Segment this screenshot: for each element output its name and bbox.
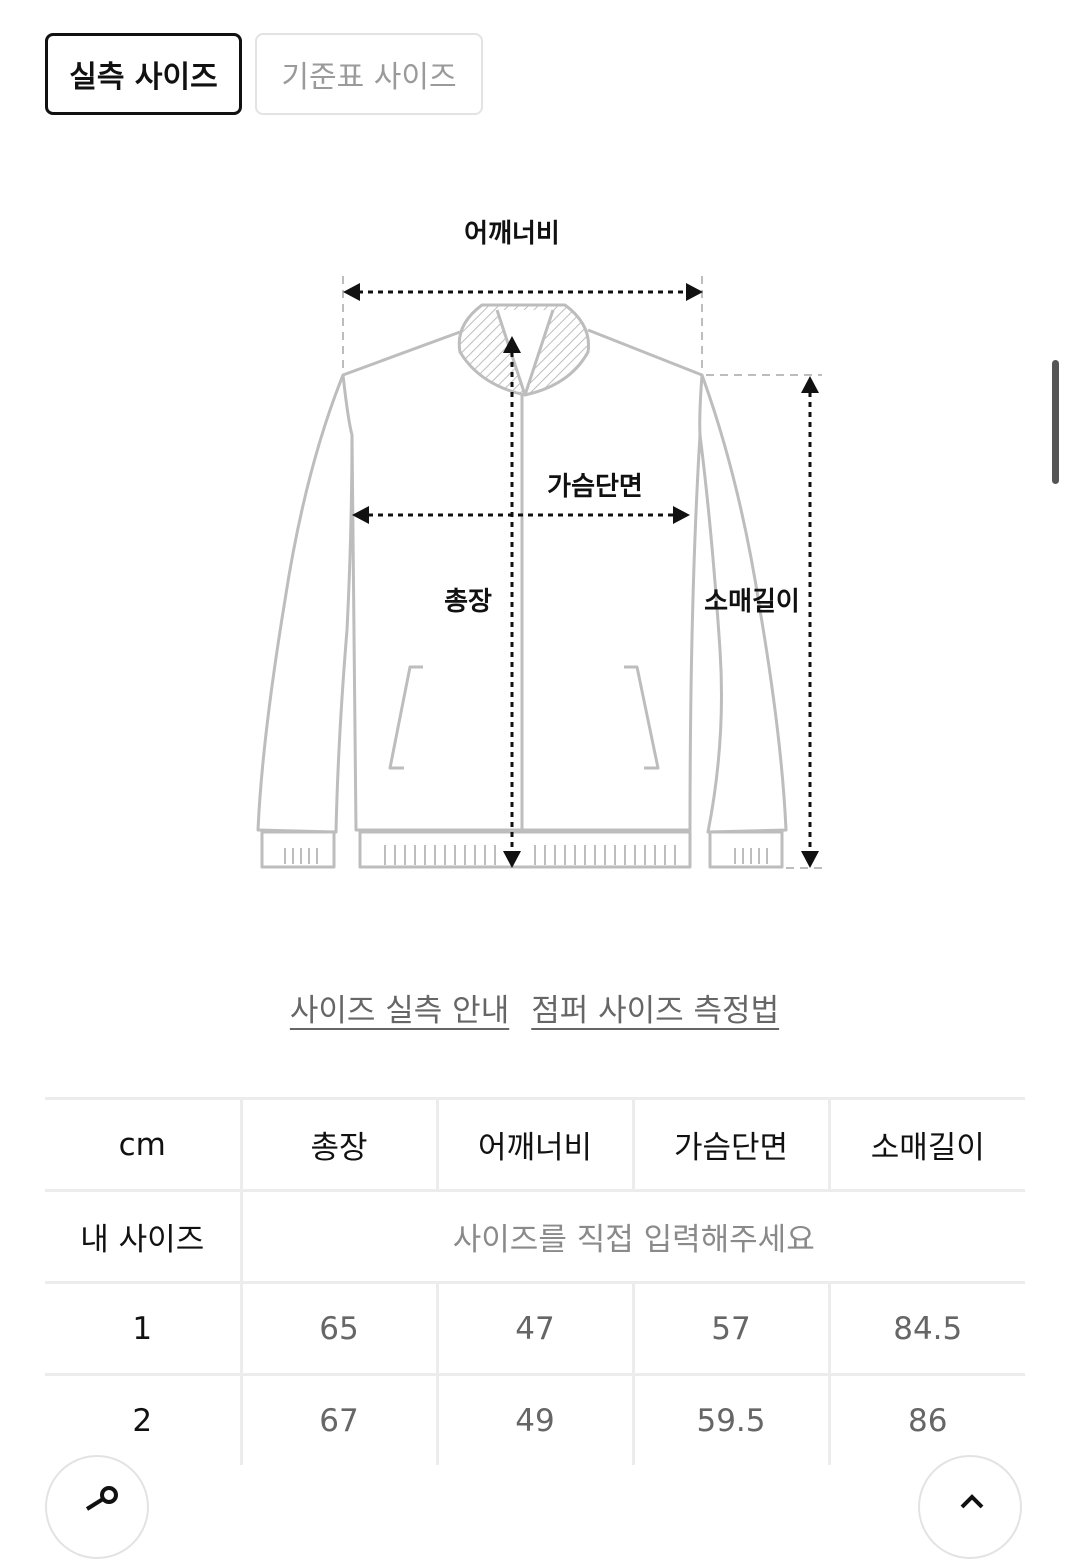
header-chest: 가슴단면 xyxy=(631,1097,829,1191)
table-row: 1 65 47 57 84.5 xyxy=(45,1281,1025,1375)
value-cell: 59.5 xyxy=(631,1373,829,1465)
label-sleeve: 소매길이 xyxy=(704,587,800,617)
value-cell: 86 xyxy=(827,1373,1025,1465)
arrow-heads xyxy=(343,283,819,868)
value-cell: 47 xyxy=(435,1281,633,1375)
unit-cell: cm xyxy=(45,1097,241,1191)
value-cell: 57 xyxy=(631,1281,829,1375)
header-shoulder: 어깨너비 xyxy=(435,1097,633,1191)
measure-arrows xyxy=(358,290,812,852)
value-cell: 84.5 xyxy=(827,1281,1025,1375)
tab-standard-size[interactable]: 기준표 사이즈 xyxy=(255,33,483,115)
size-cell: 1 xyxy=(45,1281,241,1375)
link-size-guide[interactable]: 사이즈 실측 안내 xyxy=(290,985,509,1030)
table-row: 2 67 49 59.5 86 xyxy=(45,1373,1025,1465)
my-size-row: 내 사이즈 사이즈를 직접 입력해주세요 xyxy=(45,1189,1025,1283)
scroll-top-button[interactable] xyxy=(918,1455,1022,1559)
label-shoulder: 어깨너비 xyxy=(464,219,560,249)
link-jumper-measure[interactable]: 점퍼 사이즈 측정법 xyxy=(531,985,779,1030)
value-cell: 67 xyxy=(239,1373,437,1465)
rib-lines xyxy=(284,845,768,865)
chevron-up-icon xyxy=(960,1494,984,1509)
label-chest: 가슴단면 xyxy=(547,472,643,502)
header-length: 총장 xyxy=(239,1097,437,1191)
value-cell: 49 xyxy=(435,1373,633,1465)
my-size-label: 내 사이즈 xyxy=(45,1189,241,1283)
value-cell: 65 xyxy=(239,1281,437,1375)
share-button[interactable] xyxy=(45,1455,149,1559)
guide-lines xyxy=(342,276,822,869)
my-size-input[interactable]: 사이즈를 직접 입력해주세요 xyxy=(239,1189,1025,1283)
size-cell: 2 xyxy=(45,1373,241,1465)
size-table: cm 총장 어깨너비 가슴단면 소매길이 내 사이즈 사이즈를 직접 입력해주세… xyxy=(45,1097,1025,1465)
scrollbar[interactable] xyxy=(1052,360,1059,484)
share-icon xyxy=(85,1486,118,1511)
jacket-outline xyxy=(256,303,788,869)
label-length: 총장 xyxy=(444,587,492,617)
guide-links: 사이즈 실측 안내 점퍼 사이즈 측정법 xyxy=(0,985,1069,1030)
jacket-measurement-diagram: 어깨너비 가슴단면 총장 소매길이 xyxy=(256,219,822,869)
table-header-row: cm 총장 어깨너비 가슴단면 소매길이 xyxy=(45,1097,1025,1191)
header-sleeve: 소매길이 xyxy=(827,1097,1025,1191)
tab-actual-size[interactable]: 실측 사이즈 xyxy=(45,33,242,115)
